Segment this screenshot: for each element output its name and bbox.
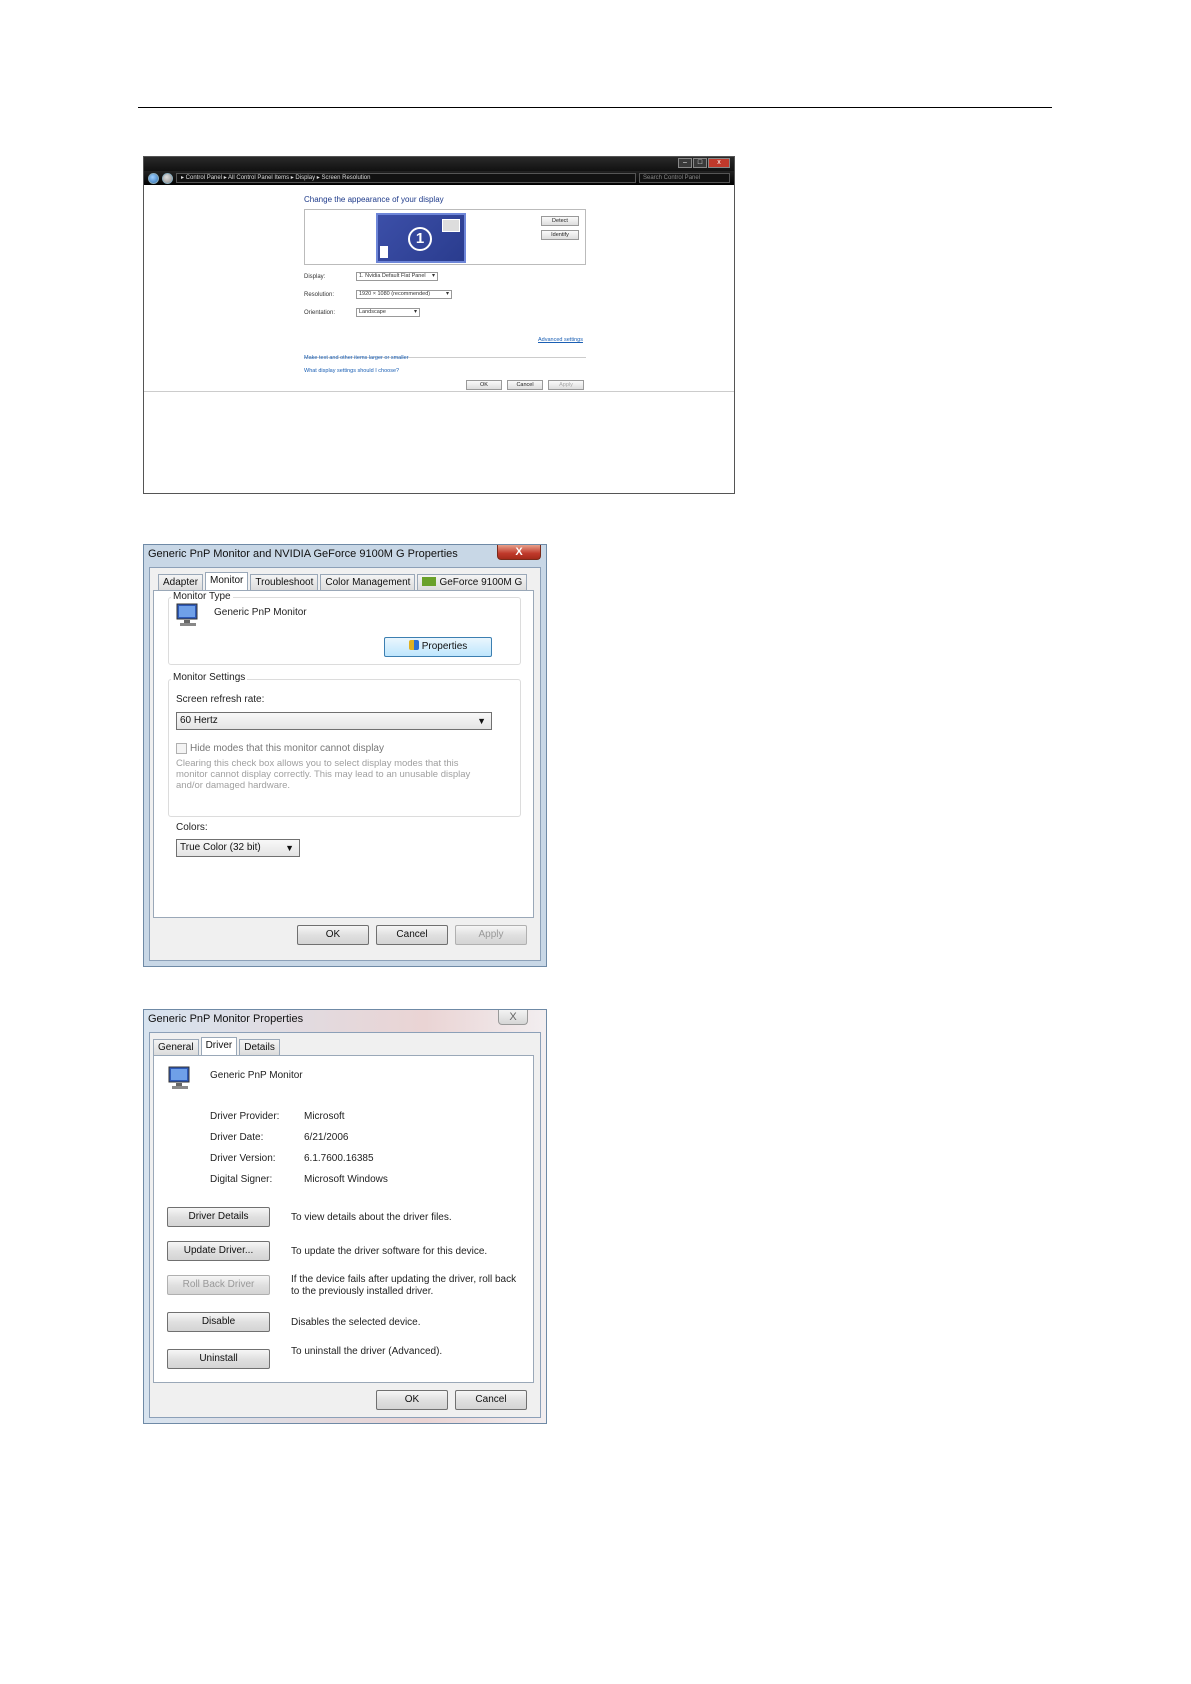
monitor-name: Generic PnP Monitor xyxy=(214,607,307,618)
tab-general[interactable]: General xyxy=(153,1039,199,1055)
chevron-down-icon: ▼ xyxy=(285,843,294,853)
screen-resolution-window: – □ x ▸ Control Panel ▸ All Control Pane… xyxy=(143,156,735,494)
monitor-1-tile[interactable]: 1 xyxy=(376,213,466,263)
display-select[interactable]: 1. Nvidia Default Flat Panel xyxy=(356,272,438,281)
driver-properties-dialog: Generic PnP Monitor Properties X General… xyxy=(143,1009,547,1424)
resolution-label: Resolution: xyxy=(304,292,335,298)
page-title: Change the appearance of your display xyxy=(304,195,444,204)
colors-label: Colors: xyxy=(176,822,208,833)
close-button[interactable]: x xyxy=(708,158,730,168)
tab-adapter[interactable]: Adapter xyxy=(158,574,204,590)
page-top-rule xyxy=(138,107,1052,108)
hide-modes-help: Clearing this check box allows you to se… xyxy=(176,758,471,791)
address-bar: ▸ Control Panel ▸ All Control Panel Item… xyxy=(144,171,734,185)
dialog-client: Adapter Monitor Troubleshoot Color Manag… xyxy=(149,567,541,961)
properties-button-label: Properties xyxy=(421,641,468,652)
monitor-number: 1 xyxy=(408,227,432,251)
ok-button[interactable]: OK xyxy=(297,925,369,945)
tab-troubleshoot[interactable]: Troubleshoot xyxy=(250,574,319,590)
monitor-properties-dialog: Generic PnP Monitor and NVIDIA GeForce 9… xyxy=(143,544,547,967)
tab-details[interactable]: Details xyxy=(239,1039,280,1055)
minimize-button[interactable]: – xyxy=(678,158,692,168)
chevron-down-icon: ▼ xyxy=(477,716,486,726)
driver-details-description: To view details about the driver files. xyxy=(291,1212,452,1223)
monitor-settings-label: Monitor Settings xyxy=(171,672,248,683)
monitor-icon xyxy=(176,603,198,626)
tab-strip: Adapter Monitor Troubleshoot Color Manag… xyxy=(158,572,528,590)
monitor-icon xyxy=(168,1066,190,1089)
driver-provider-label: Driver Provider: xyxy=(210,1111,280,1122)
driver-details-button[interactable]: Driver Details xyxy=(167,1207,270,1227)
resolution-select[interactable]: 1920 × 1080 (recommended) xyxy=(356,290,452,299)
monitor-stand-icon xyxy=(380,246,388,258)
nvidia-icon xyxy=(422,577,437,586)
caption-buttons: – □ x xyxy=(678,158,730,168)
driver-tab-panel: Generic PnP Monitor Driver Provider: Mic… xyxy=(153,1055,534,1383)
search-input[interactable]: Search Control Panel xyxy=(639,173,730,183)
update-driver-button[interactable]: Update Driver... xyxy=(167,1241,270,1261)
hide-modes-label: Hide modes that this monitor cannot disp… xyxy=(190,743,384,754)
colors-select[interactable]: True Color (32 bit) ▼ xyxy=(176,839,300,857)
tab-driver[interactable]: Driver xyxy=(200,1037,238,1055)
dialog-title: Generic PnP Monitor Properties xyxy=(148,1013,304,1025)
disable-description: Disables the selected device. xyxy=(291,1317,421,1328)
close-button[interactable]: X xyxy=(497,545,541,560)
display-settings-help-link[interactable]: What display settings should I choose? xyxy=(304,368,399,374)
refresh-rate-select[interactable]: 60 Hertz ▼ xyxy=(176,712,492,730)
dialog-client: General Driver Details Generic PnP Monit… xyxy=(149,1032,541,1418)
cancel-button[interactable]: Cancel xyxy=(455,1390,527,1410)
roll-back-driver-description: If the device fails after updating the d… xyxy=(291,1274,517,1297)
maximize-button[interactable]: □ xyxy=(693,158,707,168)
uninstall-button[interactable]: Uninstall xyxy=(167,1349,270,1369)
dialog-title: Generic PnP Monitor and NVIDIA GeForce 9… xyxy=(148,548,458,560)
display-label: Display: xyxy=(304,274,326,280)
orientation-select[interactable]: Landscape xyxy=(356,308,420,317)
digital-signer-label: Digital Signer: xyxy=(210,1174,273,1185)
forward-arrow-icon[interactable] xyxy=(162,172,173,184)
ok-button[interactable]: OK xyxy=(376,1390,448,1410)
detect-button[interactable]: Detect xyxy=(541,216,579,226)
disable-button[interactable]: Disable xyxy=(167,1312,270,1332)
monitor-tab-panel: Monitor Type Generic PnP Monitor Propert… xyxy=(153,590,534,918)
tab-monitor[interactable]: Monitor xyxy=(205,572,249,590)
driver-date-value: 6/21/2006 xyxy=(304,1132,349,1143)
uninstall-description: To uninstall the driver (Advanced). xyxy=(291,1346,443,1357)
driver-provider-value: Microsoft xyxy=(304,1111,345,1122)
orientation-label: Orientation: xyxy=(304,310,336,316)
device-name: Generic PnP Monitor xyxy=(210,1070,303,1081)
hide-modes-checkbox[interactable] xyxy=(176,743,187,754)
properties-button[interactable]: Properties xyxy=(384,637,492,657)
refresh-rate-value: 60 Hertz xyxy=(180,715,218,726)
colors-value: True Color (32 bit) xyxy=(180,842,261,853)
shield-icon xyxy=(408,640,419,650)
tab-color-management[interactable]: Color Management xyxy=(320,574,416,590)
driver-date-label: Driver Date: xyxy=(210,1132,264,1143)
advanced-settings-link[interactable]: Advanced settings xyxy=(538,337,583,343)
monitor-type-label: Monitor Type xyxy=(171,591,233,602)
cancel-button[interactable]: Cancel xyxy=(507,380,543,390)
refresh-rate-label: Screen refresh rate: xyxy=(176,694,265,705)
digital-signer-value: Microsoft Windows xyxy=(304,1174,388,1185)
monitor-thumbnail-icon xyxy=(442,219,460,232)
breadcrumb[interactable]: ▸ Control Panel ▸ All Control Panel Item… xyxy=(176,173,636,183)
close-button[interactable]: X xyxy=(498,1010,528,1025)
tab-geforce[interactable]: GeForce 9100M G xyxy=(417,574,528,590)
tab-geforce-label: GeForce 9100M G xyxy=(439,577,523,588)
driver-version-value: 6.1.7600.16385 xyxy=(304,1153,374,1164)
text-size-link[interactable]: Make text and other items larger or smal… xyxy=(304,355,409,361)
roll-back-driver-button[interactable]: Roll Back Driver xyxy=(167,1275,270,1295)
identify-button[interactable]: Identify xyxy=(541,230,579,240)
tab-strip: General Driver Details xyxy=(153,1037,280,1055)
ok-button[interactable]: OK xyxy=(466,380,502,390)
footer-divider xyxy=(144,391,734,392)
apply-button[interactable]: Apply xyxy=(548,380,584,390)
driver-version-label: Driver Version: xyxy=(210,1153,276,1164)
update-driver-description: To update the driver software for this d… xyxy=(291,1246,488,1257)
back-arrow-icon[interactable] xyxy=(148,172,159,184)
apply-button[interactable]: Apply xyxy=(455,925,527,945)
cancel-button[interactable]: Cancel xyxy=(376,925,448,945)
window-titlebar: – □ x xyxy=(144,157,734,171)
display-preview: 1 Detect Identify xyxy=(304,209,586,265)
